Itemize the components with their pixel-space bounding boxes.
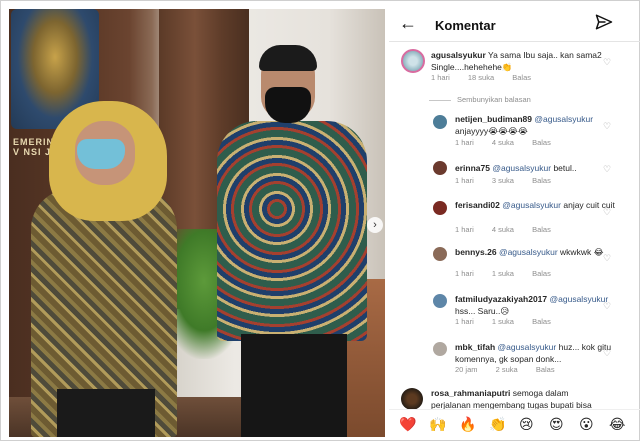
reply-text: erinna75 @agusalsyukur betul..: [455, 162, 615, 174]
reply-mention[interactable]: @agusalsyukur: [550, 294, 609, 304]
comment-meta: 1 hari 18 suka Balas: [431, 73, 547, 82]
reply-mention[interactable]: @agusalsyukur: [534, 114, 593, 124]
reply-button[interactable]: Balas: [532, 317, 551, 326]
reply-button[interactable]: Balas: [532, 138, 551, 147]
comments-header: ← Komentar: [389, 1, 640, 51]
next-photo-icon[interactable]: ›: [367, 217, 383, 233]
emoji-crying[interactable]: 😢: [519, 416, 534, 432]
emoji-raised-hands[interactable]: 🙌: [429, 416, 446, 432]
reply-username[interactable]: fatmiludyazakiyah2017: [455, 294, 547, 304]
reply-time: 1 hari: [455, 176, 474, 185]
comment-text: rosa_rahmaniaputri semoga dalam perjalan…: [431, 387, 607, 411]
heart-icon[interactable]: ♡: [603, 253, 611, 264]
screenshot-frame: EMERINT V NSI JAN › ← Komentar agusalsyu…: [0, 0, 640, 441]
reply-likes[interactable]: 1 suka: [492, 269, 514, 278]
emoji-surprised[interactable]: 😮: [579, 416, 594, 432]
man-batik-shirt: [217, 121, 367, 341]
header-divider: [389, 41, 640, 42]
reply-username[interactable]: mbk_tifah: [455, 342, 495, 352]
avatar[interactable]: [433, 247, 447, 261]
reply-button[interactable]: Balas: [532, 225, 551, 234]
reply-body: wkwkwk 😂: [560, 247, 604, 257]
reply-button[interactable]: Balas: [532, 269, 551, 278]
reply-time: 1 hari: [455, 317, 474, 326]
heart-icon[interactable]: ♡: [603, 348, 611, 359]
reply-body: anjayyyy😭😭😭😭: [455, 126, 528, 136]
avatar[interactable]: [401, 49, 425, 73]
heart-icon[interactable]: ♡: [603, 207, 611, 218]
heart-icon[interactable]: ♡: [603, 164, 611, 175]
emoji-heart[interactable]: ❤️: [399, 416, 416, 432]
comment-text: agusalsyukur Ya sama Ibu saja.. kan sama…: [431, 49, 617, 73]
woman-pants: [57, 389, 155, 437]
reply-meta: 20 jam 2 suka Balas: [455, 365, 571, 374]
reply-time: 1 hari: [455, 225, 474, 234]
reply-likes[interactable]: 4 suka: [492, 225, 514, 234]
emoji-fire[interactable]: 🔥: [459, 416, 476, 432]
man-mask: [265, 87, 311, 123]
reply-meta: 1 hari 4 suka Balas: [455, 138, 567, 147]
reply-meta: 1 hari 4 suka Balas: [455, 225, 567, 234]
reply-button[interactable]: Balas: [536, 365, 555, 374]
reply-text: netijen_budiman89 @agusalsyukur anjayyyy…: [455, 113, 615, 137]
reply-text: mbk_tifah @agusalsyukur huz... kok gitu …: [455, 341, 615, 365]
emoji-heart-eyes[interactable]: 😍: [549, 416, 564, 432]
heart-icon[interactable]: ♡: [603, 57, 611, 68]
reply-likes[interactable]: 3 suka: [492, 176, 514, 185]
comment-username[interactable]: agusalsyukur: [431, 50, 486, 60]
avatar[interactable]: [433, 201, 447, 215]
woman-mask: [77, 139, 125, 169]
post-photo: EMERINT V NSI JAN ›: [9, 9, 385, 437]
reply-meta: 1 hari 1 suka Balas: [455, 317, 567, 326]
reply-mention[interactable]: @agusalsyukur: [502, 200, 561, 210]
arrow-left-icon[interactable]: ←: [399, 13, 417, 34]
heart-icon[interactable]: ♡: [603, 301, 611, 312]
reply-mention[interactable]: @agusalsyukur: [499, 247, 558, 257]
reply-likes[interactable]: 2 suka: [496, 365, 518, 374]
reply-text: fatmiludyazakiyah2017 @agusalsyukur hss.…: [455, 293, 615, 317]
comments-panel: ← Komentar agusalsyukur Ya sama Ibu saja…: [389, 1, 640, 442]
emoji-clap[interactable]: 👏: [489, 416, 506, 432]
reply-time: 20 jam: [455, 365, 478, 374]
comment-username[interactable]: rosa_rahmaniaputri: [431, 388, 510, 398]
man-pants: [241, 334, 347, 437]
page-title: Komentar: [435, 18, 496, 33]
reply-time: 1 hari: [455, 138, 474, 147]
reply-time: 1 hari: [455, 269, 474, 278]
emoji-reaction-bar: ❤️ 🙌 🔥 👏 😢 😍 😮 😂: [389, 409, 640, 439]
comment-time: 1 hari: [431, 73, 450, 82]
avatar[interactable]: [401, 388, 423, 410]
paper-plane-icon[interactable]: [595, 13, 613, 31]
avatar[interactable]: [433, 294, 447, 308]
reply-likes[interactable]: 1 suka: [492, 317, 514, 326]
reply-text: bennys.26 @agusalsyukur wkwkwk 😂: [455, 246, 615, 258]
avatar[interactable]: [433, 115, 447, 129]
heart-icon[interactable]: ♡: [603, 121, 611, 132]
hide-replies-link[interactable]: Sembunyikan balasan: [429, 95, 531, 104]
reply-meta: 1 hari 3 suka Balas: [455, 176, 567, 185]
reply-username[interactable]: bennys.26: [455, 247, 497, 257]
reply-button[interactable]: Balas: [532, 176, 551, 185]
reply-button[interactable]: Balas: [512, 73, 531, 82]
reply-likes[interactable]: 4 suka: [492, 138, 514, 147]
avatar[interactable]: [433, 342, 447, 356]
reply-mention[interactable]: @agusalsyukur: [492, 163, 551, 173]
reply-text: ferisandi02 @agusalsyukur anjay cuit cui…: [455, 199, 615, 211]
reply-username[interactable]: erinna75: [455, 163, 490, 173]
reply-username[interactable]: ferisandi02: [455, 200, 500, 210]
avatar[interactable]: [433, 161, 447, 175]
reply-username[interactable]: netijen_budiman89: [455, 114, 532, 124]
reply-body: hss... Saru..😥: [455, 306, 510, 316]
comment-likes[interactable]: 18 suka: [468, 73, 494, 82]
reply-body: betul..: [553, 163, 577, 173]
man-hair: [259, 45, 317, 71]
emoji-laughing[interactable]: 😂: [609, 416, 625, 432]
reply-meta: 1 hari 1 suka Balas: [455, 269, 567, 278]
reply-mention[interactable]: @agusalsyukur: [498, 342, 557, 352]
